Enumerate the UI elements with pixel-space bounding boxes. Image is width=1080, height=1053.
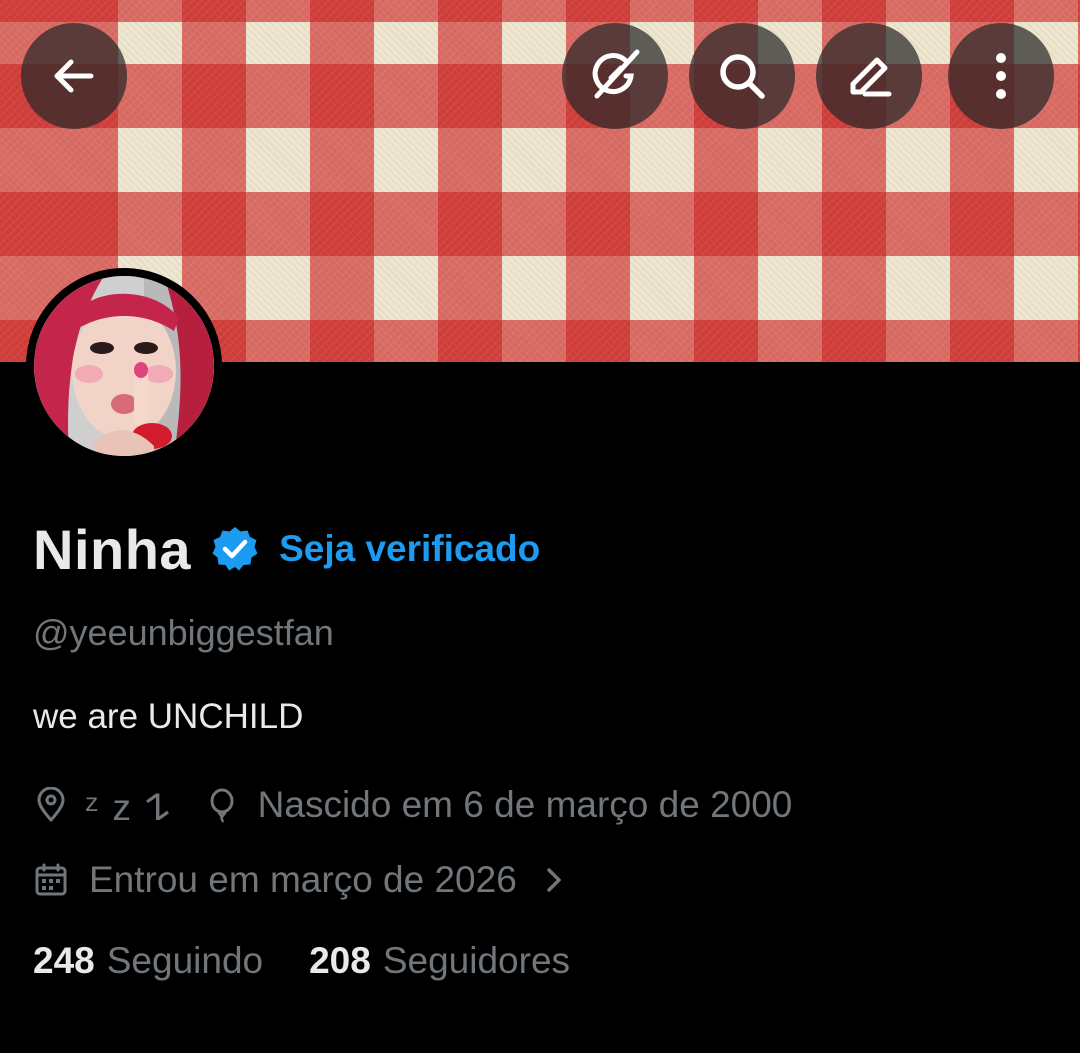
edit-button[interactable] <box>816 23 922 129</box>
pencil-icon <box>850 57 892 97</box>
following-link[interactable]: 248 Seguindo <box>33 940 263 982</box>
following-label: Seguindo <box>106 940 264 981</box>
avatar-photo <box>34 276 214 456</box>
user-handle: @yeeunbiggestfan <box>33 612 334 653</box>
user-bio: we are UNCHILD <box>33 697 304 736</box>
followers-count: 208 <box>309 940 371 981</box>
avatar[interactable] <box>26 268 222 464</box>
location-pin-icon <box>33 787 69 823</box>
more-vertical-icon <box>996 53 1006 99</box>
calendar-icon <box>33 862 69 898</box>
chevron-right-icon[interactable] <box>541 862 567 898</box>
grok-icon <box>592 49 640 99</box>
back-button[interactable] <box>21 23 127 129</box>
grok-button[interactable] <box>562 23 668 129</box>
followers-link[interactable]: 208 Seguidores <box>309 940 570 982</box>
follow-stats: 248 Seguindo 208 Seguidores <box>33 940 570 982</box>
display-name: Ninha <box>33 517 192 581</box>
more-button[interactable] <box>948 23 1054 129</box>
verified-badge-icon <box>212 527 258 571</box>
birth-date: Nascido em 6 de março de 2000 <box>257 784 793 825</box>
following-count: 248 <box>33 940 95 981</box>
joined-row[interactable]: Entrou em março de 2026 <box>33 855 567 905</box>
followers-label: Seguidores <box>382 940 571 981</box>
search-icon <box>720 54 765 99</box>
search-button[interactable] <box>689 23 795 129</box>
display-name-row: Ninha Seja verificado <box>33 517 540 581</box>
get-verified-link[interactable]: Seja verificado <box>279 528 540 570</box>
joined-date: Entrou em março de 2026 <box>89 859 517 900</box>
user-location: ᶻ z 𐰁 <box>85 786 172 828</box>
profile-meta-row: ᶻ z 𐰁 Nascido em 6 de março de 2000 <box>33 780 792 830</box>
balloon-icon <box>204 787 240 823</box>
arrow-left-icon <box>54 59 94 93</box>
